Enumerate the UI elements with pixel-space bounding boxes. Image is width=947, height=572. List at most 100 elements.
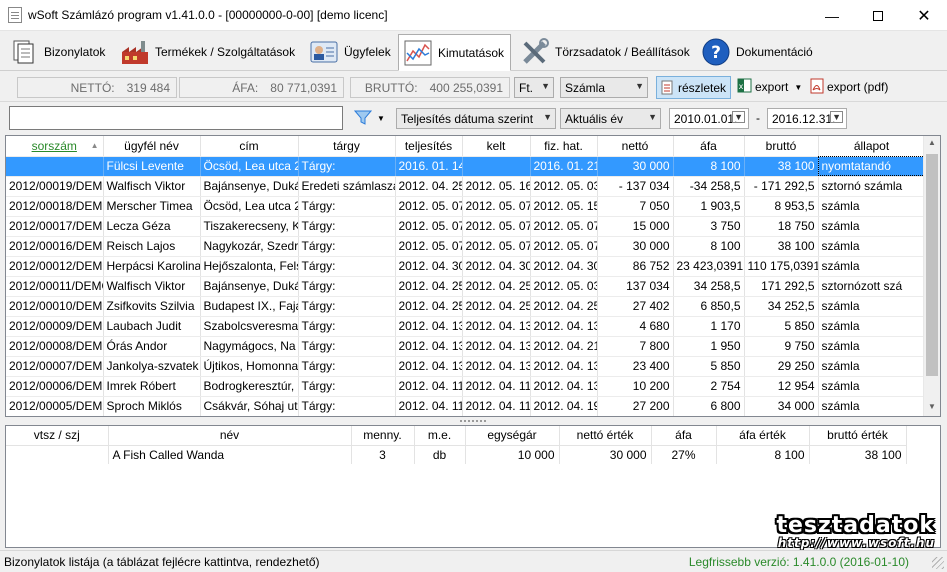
table-cell: számla [818,396,926,416]
tab-torzsadatok[interactable]: Törzsadatok / Beállítások [515,34,697,70]
tab-dokumentacio[interactable]: ? Dokumentáció [696,34,820,70]
table-cell: 3 750 [673,216,745,237]
panel-splitter[interactable] [5,418,941,424]
chevron-down-icon: ▼ [648,112,657,122]
table-cell: 2012. 04. 11. [395,396,463,416]
column-header[interactable]: m.e. [414,426,466,446]
line-item-row[interactable]: A Fish Called Wanda 3 db 10 000 30 000 27% 8 1… [6,445,907,464]
details-label: részletek [678,80,727,95]
table-cell: Tárgy: [298,336,396,357]
netto-label: NETTÓ: [70,80,115,95]
export-pdf-button[interactable]: export (pdf) [806,76,892,98]
table-row[interactable]: 2012/00012/DEMO Herpácsi Karolina Hejőszal… [6,256,926,277]
column-header[interactable]: név [108,426,352,446]
table-row[interactable]: Fülcsi Levente Öcsöd, Lea utca 2 Tárgy: 201… [6,156,926,177]
table-cell: Tárgy: [298,216,396,237]
table-cell: Sproch Miklós [103,396,201,416]
table-cell: Jankolya-szvatek [103,356,201,377]
table-row[interactable]: 2012/00017/DEMO Lecza Géza Tiszakerecseny,… [6,216,926,237]
table-row[interactable]: 2012/00005/DEMO Sproch Miklós Csákvár, Sóh… [6,396,926,416]
grid-vertical-scrollbar[interactable]: ▲ ▼ [923,136,940,416]
table-cell: 2012/00006/DEMO [6,376,104,397]
table-cell: -34 258,5 [673,176,745,197]
table-cell: 2012. 04. 13. [462,336,531,357]
currency-select[interactable]: Ft. ▼ [514,77,554,98]
table-cell: Bajánsenye, Dukát [200,176,299,197]
table-cell: db [414,445,466,464]
calendar-dropdown-icon[interactable]: ▼ [732,111,745,123]
svg-text:x: x [739,82,744,91]
export-button[interactable]: x export ▼ [733,76,806,98]
details-button[interactable]: részletek [656,76,732,99]
scroll-down-icon[interactable]: ▼ [928,402,936,411]
table-row[interactable]: 2012/00010/DEMO Zsifkovits Szilvia Budapes… [6,296,926,317]
document-type-select[interactable]: Számla ▼ [560,77,648,98]
table-cell: 2012. 05. 07. [462,236,531,257]
filter-button[interactable]: ▼ [350,107,389,129]
table-cell: 2012. 05. 07. [395,236,463,257]
table-cell: számla [818,236,926,257]
date-from-picker[interactable]: 2010.01.01. ▼ [669,108,749,129]
tab-ugyfelek[interactable]: Ügyfelek [304,34,398,70]
date-to-picker[interactable]: 2016.12.31. ▼ [767,108,847,129]
latest-version-link[interactable]: Legfrissebb verzió: 1.41.0.0 (2016-01-10… [689,555,909,569]
table-cell: Imrek Róbert [103,376,201,397]
scrollbar-thumb[interactable] [926,154,938,376]
table-row[interactable]: 2012/00009/DEMO Laubach Judit Szabolcsvere… [6,316,926,337]
column-header[interactable]: nettó érték [559,426,652,446]
table-cell: 10 200 [597,376,674,397]
column-header[interactable]: teljesítés [395,136,463,157]
period-select[interactable]: Aktuális év ▼ [560,108,661,129]
table-cell: 38 100 [744,236,819,257]
maximize-icon [873,10,883,21]
column-header[interactable]: sorszám ▲ [6,136,104,157]
table-cell: számla [818,216,926,237]
export-pdf-label: export (pdf) [827,80,889,94]
table-cell: 137 034 [597,276,674,297]
table-row[interactable]: 2012/00006/DEMO Imrek Róbert Bodrogkereszt… [6,376,926,397]
scroll-up-icon[interactable]: ▲ [928,138,936,147]
date-field-select[interactable]: Teljesítés dátuma szerint ▼ [396,108,556,129]
calendar-dropdown-icon[interactable]: ▼ [830,111,843,123]
column-header[interactable]: áfa [651,426,717,446]
column-header[interactable]: bruttó érték [809,426,907,446]
column-header[interactable]: bruttó [744,136,819,157]
export-label: export [755,80,789,94]
maximize-button[interactable] [855,0,901,31]
table-row[interactable]: 2012/00019/DEMO Walfisch Viktor Bajánsenye… [6,176,926,197]
table-cell: 2012. 04. 21. [530,336,598,357]
help-icon: ? [701,37,731,67]
tab-termekek[interactable]: Termékek / Szolgáltatások [115,34,302,70]
tab-kimutatasok[interactable]: Kimutatások [398,34,512,71]
table-cell [6,445,109,464]
table-row[interactable]: 2012/00016/DEMO Reisch Lajos Nagykozár, Sz… [6,236,926,257]
table-cell: Bodrogkeresztúr, [200,376,299,397]
column-header[interactable]: áfa érték [716,426,810,446]
table-cell: 2012/00011/DEMO [6,276,104,297]
tab-bizonylatok[interactable]: Bizonylatok [4,34,112,70]
table-row[interactable]: 2012/00008/DEMO Órás Andor Nagymágocs, Na T… [6,336,926,357]
table-row[interactable]: 2012/00018/DEMO Merscher Timea Öcsöd, Lea … [6,196,926,217]
column-header[interactable]: tárgy [298,136,396,157]
table-cell: 2012. 04. 25. [462,296,531,317]
minimize-button[interactable]: — [809,0,855,31]
table-cell: 2012. 04. 13. [530,316,598,337]
column-header[interactable]: egységár [465,426,560,446]
column-header[interactable]: vtsz / szj [6,426,109,446]
column-header[interactable]: cím [200,136,299,157]
table-cell: 8 953,5 [744,196,819,217]
column-header[interactable]: fiz. hat. [530,136,598,157]
close-button[interactable]: ✕ [901,0,947,31]
column-header[interactable]: áfa [673,136,745,157]
column-header[interactable]: ügyfél név [103,136,201,157]
column-header[interactable]: kelt [462,136,531,157]
column-header[interactable]: nettó [597,136,674,157]
table-row[interactable]: 2012/00007/DEMO Jankolya-szvatek Újtikos, … [6,356,926,377]
summary-toolbar: NETTÓ: 319 484 ÁFA: 80 771,0391 BRUTTÓ: … [0,72,947,102]
table-row[interactable]: 2012/00011/DEMO Walfisch Viktor Bajánsenye… [6,276,926,297]
column-header[interactable]: állapot [818,136,926,157]
resize-grip-icon[interactable] [932,557,944,569]
documents-grid[interactable]: sorszám ▲ ügyfél név cím tárgy teljesítés kelt… [5,135,941,417]
search-input[interactable] [9,106,343,130]
column-header[interactable]: menny. [351,426,415,446]
